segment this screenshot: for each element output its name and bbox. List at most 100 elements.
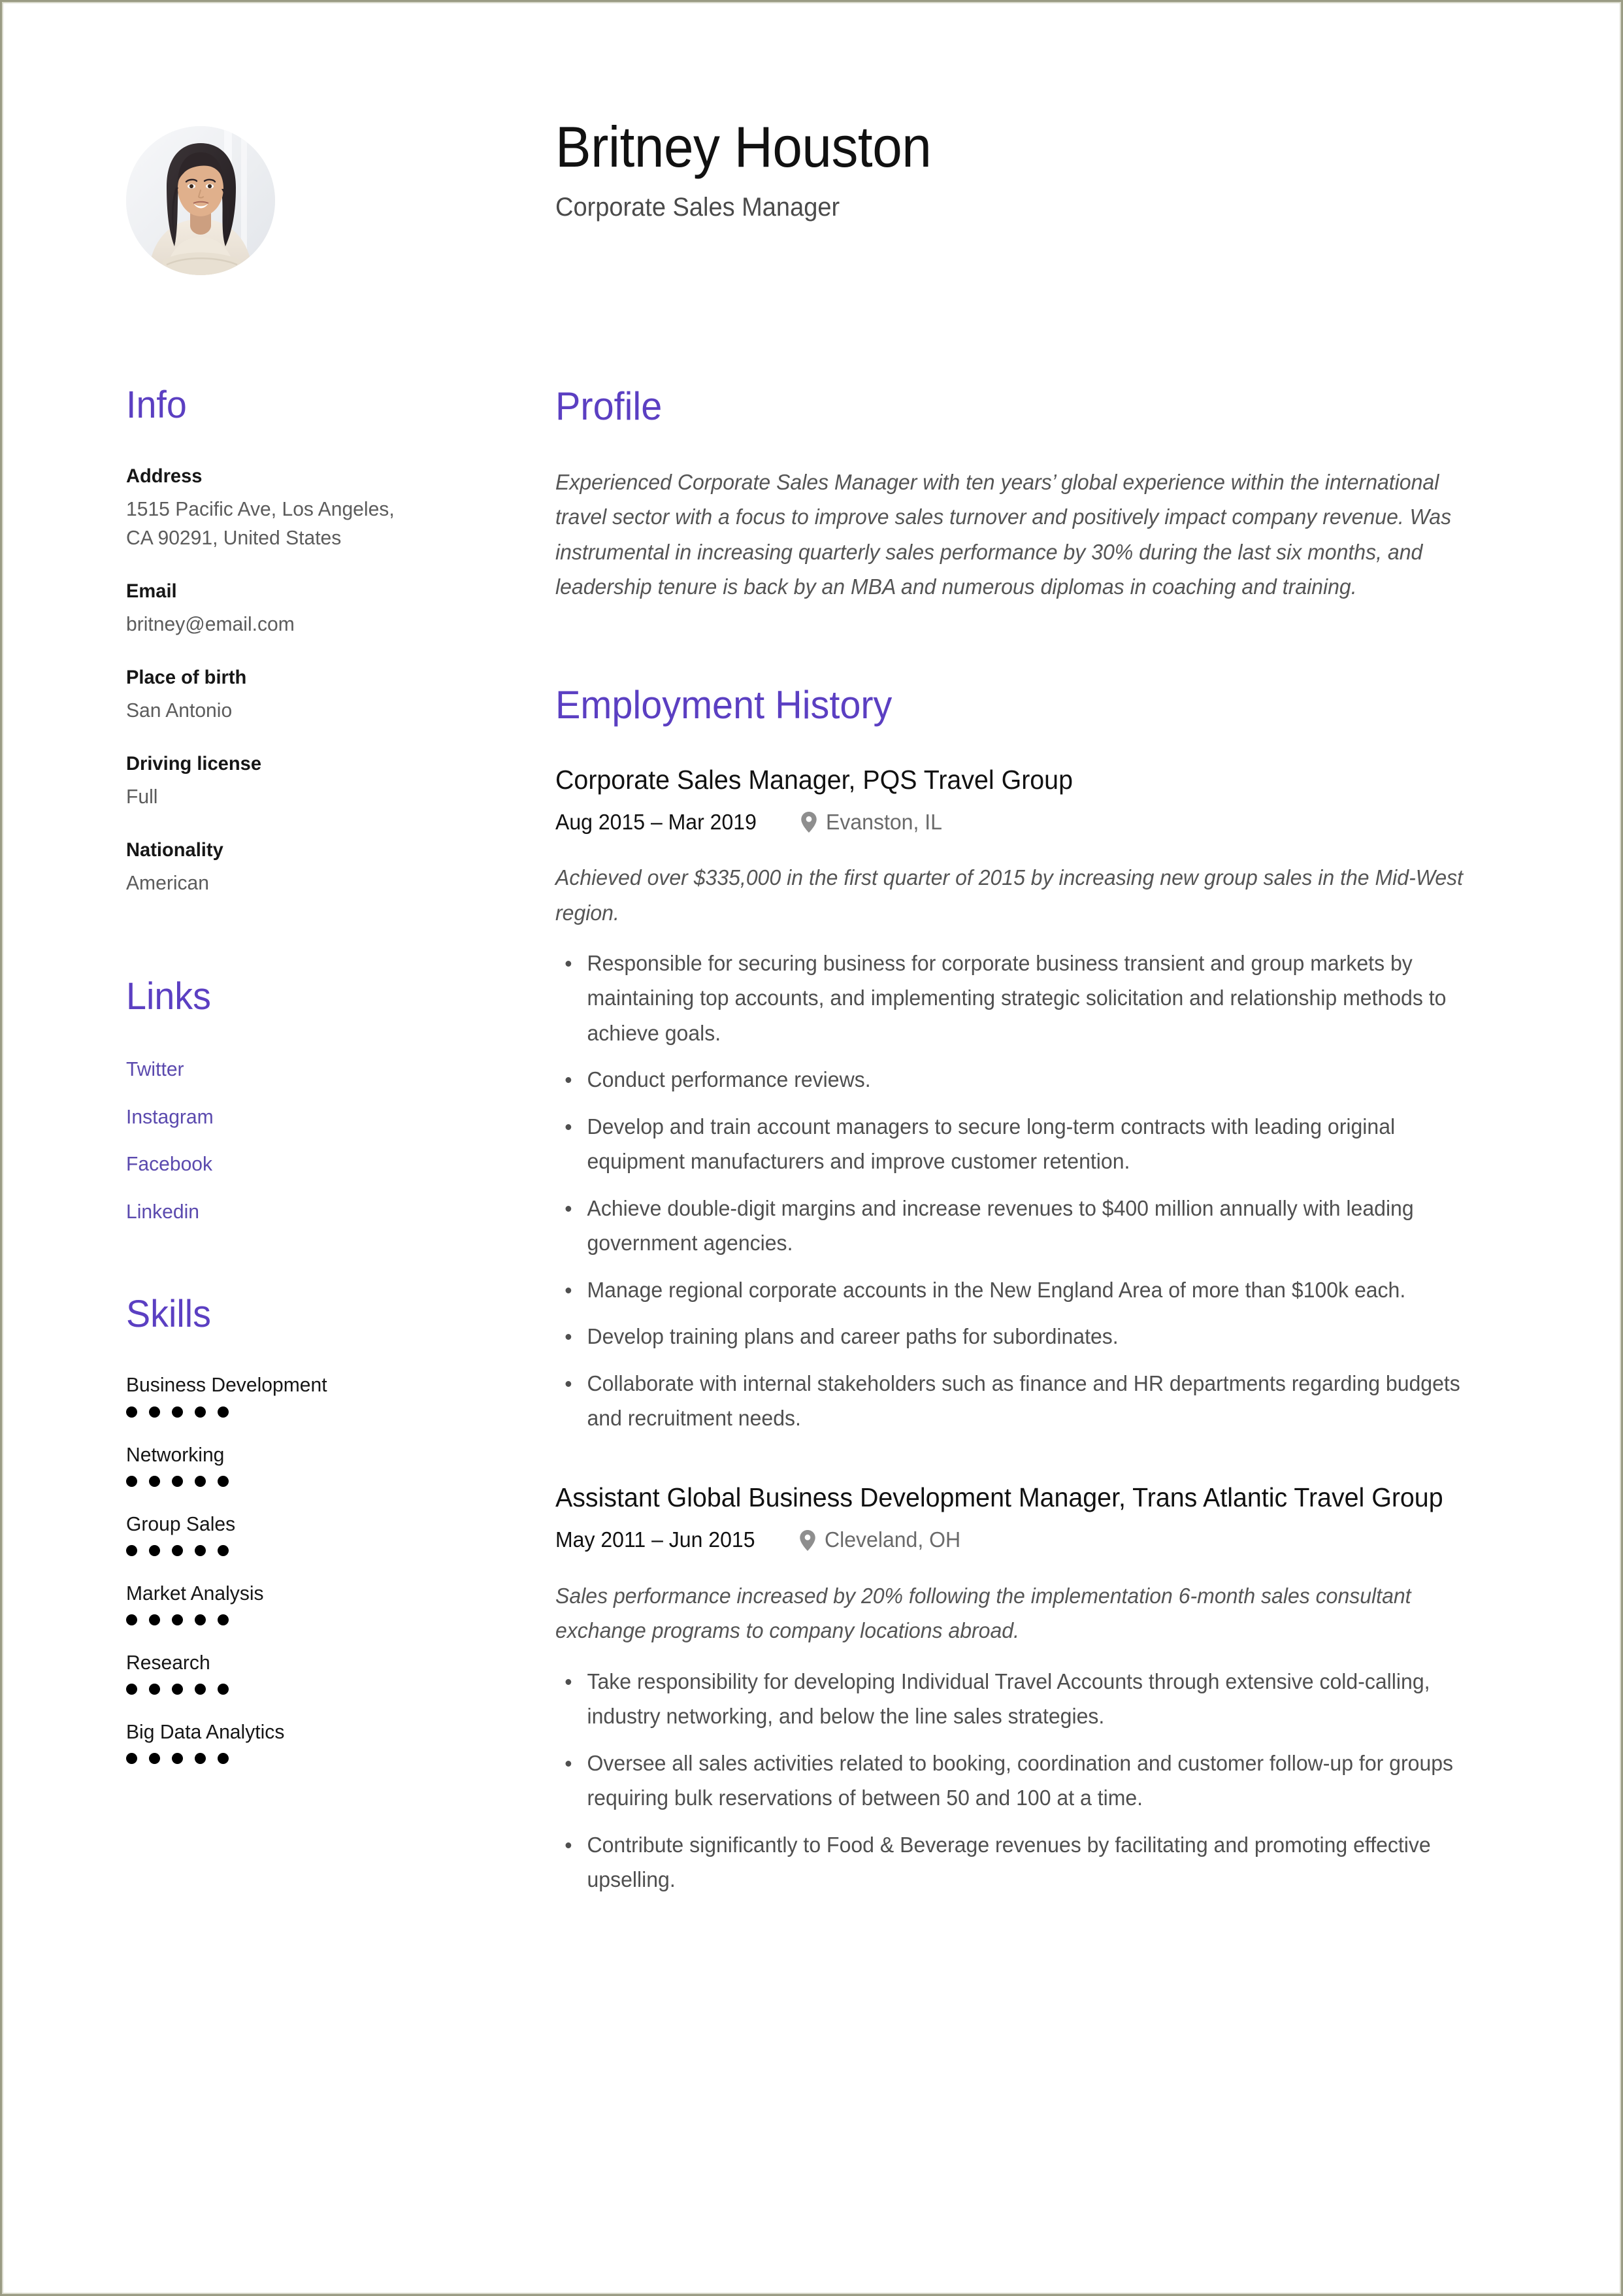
- skill-item: Networking: [126, 1442, 433, 1487]
- skill-dot-filled: [126, 1753, 137, 1765]
- links-heading: Links: [126, 974, 211, 1018]
- info-label: Email: [126, 580, 177, 602]
- job-bullet-list: Take responsibility for developing Indiv…: [555, 1664, 1509, 1897]
- jobs-list: Corporate Sales Manager, PQS Travel Grou…: [555, 763, 1509, 1897]
- info-label: Nationality: [126, 839, 223, 861]
- skill-dot-filled: [195, 1614, 206, 1626]
- skill-rating-dots: [126, 1406, 433, 1418]
- job-bullet: Conduct performance reviews.: [555, 1062, 1481, 1097]
- job-meta: Aug 2015 – Mar 2019 Evanston, IL: [555, 810, 1509, 834]
- info-section: Info Address 1515 Pacific Ave, Los Angel…: [126, 385, 433, 897]
- employment-history-heading: Employment History: [555, 682, 893, 727]
- skill-name: Networking: [126, 1442, 225, 1466]
- skill-rating-dots: [126, 1544, 433, 1556]
- info-value: 1515 Pacific Ave, Los Angeles, CA 90291,…: [126, 497, 395, 549]
- skill-dot-filled: [149, 1684, 160, 1695]
- link-item-twitter[interactable]: Twitter: [126, 1057, 424, 1081]
- resume-header: Britney Houston Corporate Sales Manager: [3, 118, 1620, 288]
- job-location: Evanston, IL: [800, 810, 945, 834]
- info-item-place-of-birth: Place of birth San Antonio: [126, 666, 433, 725]
- skill-dot-filled: [126, 1406, 137, 1418]
- info-item-address: Address 1515 Pacific Ave, Los Angeles, C…: [126, 465, 433, 552]
- job-title-company: Assistant Global Business Development Ma…: [555, 1482, 1443, 1513]
- job-bullet: Manage regional corporate accounts in th…: [555, 1273, 1481, 1307]
- skill-dot-filled: [218, 1753, 229, 1765]
- avatar: [126, 126, 275, 275]
- skill-name: Group Sales: [126, 1512, 236, 1535]
- job-bullet: Develop training plans and career paths …: [555, 1319, 1481, 1354]
- skill-dot-filled: [195, 1753, 206, 1765]
- avatar-photo-icon: [126, 126, 275, 275]
- skill-rating-dots: [126, 1614, 433, 1626]
- link-item-facebook[interactable]: Facebook: [126, 1152, 424, 1176]
- link-item-instagram[interactable]: Instagram: [126, 1105, 424, 1129]
- skill-item: Research: [126, 1650, 433, 1695]
- skill-dot-filled: [195, 1544, 206, 1556]
- map-pin-icon: [801, 811, 817, 833]
- info-value: San Antonio: [126, 698, 233, 722]
- profile-text: Experienced Corporate Sales Manager with…: [555, 470, 1452, 599]
- page-title: Britney Houston: [555, 114, 932, 179]
- map-pin-icon: [800, 1529, 815, 1551]
- info-item-email: Email britney@email.com: [126, 580, 433, 639]
- employment-entry: Assistant Global Business Development Ma…: [555, 1481, 1509, 1897]
- skills-section: Skills Business Development Networking Gro…: [126, 1293, 433, 1765]
- skill-dot-filled: [172, 1684, 183, 1695]
- skill-name: Research: [126, 1651, 210, 1674]
- job-bullet: Take responsibility for developing Indiv…: [555, 1664, 1481, 1734]
- info-label: Address: [126, 465, 203, 487]
- skill-item: Group Sales: [126, 1512, 433, 1556]
- skill-dot-filled: [126, 1544, 137, 1556]
- info-label: Driving license: [126, 752, 262, 774]
- links-section: Links Twitter Instagram Facebook Linkedi…: [126, 974, 433, 1223]
- employment-entry: Corporate Sales Manager, PQS Travel Grou…: [555, 763, 1509, 1436]
- skill-name: Big Data Analytics: [126, 1720, 285, 1744]
- skill-dot-filled: [218, 1544, 229, 1556]
- job-title-company: Corporate Sales Manager, PQS Travel Grou…: [555, 764, 1073, 795]
- main-column: Profile Experienced Corporate Sales Mana…: [555, 386, 1509, 1942]
- skill-rating-dots: [126, 1684, 433, 1695]
- skill-dot-filled: [172, 1753, 183, 1765]
- skills-heading: Skills: [126, 1293, 211, 1336]
- job-bullet: Collaborate with internal stakeholders s…: [555, 1366, 1481, 1436]
- skill-item: Big Data Analytics: [126, 1720, 433, 1765]
- skill-dot-filled: [172, 1406, 183, 1418]
- job-date-range: Aug 2015 – Mar 2019: [555, 809, 757, 834]
- job-location: Cleveland, OH: [799, 1528, 965, 1552]
- resume-page: Britney Houston Corporate Sales Manager …: [0, 0, 1623, 2296]
- profile-section: Profile Experienced Corporate Sales Mana…: [555, 386, 1509, 605]
- skill-dot-filled: [218, 1406, 229, 1418]
- skill-item: Market Analysis: [126, 1581, 433, 1626]
- job-summary: Sales performance increased by 20% follo…: [555, 1583, 1411, 1643]
- skill-dot-filled: [218, 1684, 229, 1695]
- job-bullet: Contribute significantly to Food & Bever…: [555, 1827, 1481, 1897]
- job-bullet-list: Responsible for securing business for co…: [555, 946, 1509, 1435]
- skill-dot-filled: [195, 1406, 206, 1418]
- job-location-label: Evanston, IL: [826, 809, 943, 834]
- info-item-driving-license: Driving license Full: [126, 752, 433, 811]
- skill-dot-filled: [126, 1475, 137, 1487]
- skill-dot-filled: [195, 1475, 206, 1487]
- info-value: Full: [126, 784, 158, 808]
- links-list: Twitter Instagram Facebook Linkedin: [126, 1057, 433, 1223]
- skill-dot-filled: [218, 1475, 229, 1487]
- link-item-linkedin[interactable]: Linkedin: [126, 1200, 424, 1223]
- skill-item: Business Development: [126, 1373, 433, 1418]
- info-item-nationality: Nationality American: [126, 839, 433, 897]
- profile-heading: Profile: [555, 384, 663, 428]
- job-location-label: Cleveland, OH: [824, 1527, 961, 1552]
- skill-dot-filled: [149, 1406, 160, 1418]
- skill-dot-filled: [149, 1475, 160, 1487]
- skill-dot-filled: [195, 1684, 206, 1695]
- skill-dot-filled: [126, 1684, 137, 1695]
- skill-name: Market Analysis: [126, 1581, 264, 1605]
- employment-history-section: Employment History Corporate Sales Manag…: [555, 684, 1509, 1897]
- skill-dot-filled: [172, 1614, 183, 1626]
- info-value: britney@email.com: [126, 612, 295, 635]
- skills-list: Business Development Networking Group Sale…: [126, 1373, 433, 1765]
- skill-dot-filled: [149, 1753, 160, 1765]
- resume-sheet: Britney Houston Corporate Sales Manager …: [2, 2, 1621, 2294]
- sidebar: Info Address 1515 Pacific Ave, Los Angel…: [126, 385, 433, 1789]
- skill-dot-filled: [149, 1614, 160, 1626]
- info-value: American: [126, 871, 210, 894]
